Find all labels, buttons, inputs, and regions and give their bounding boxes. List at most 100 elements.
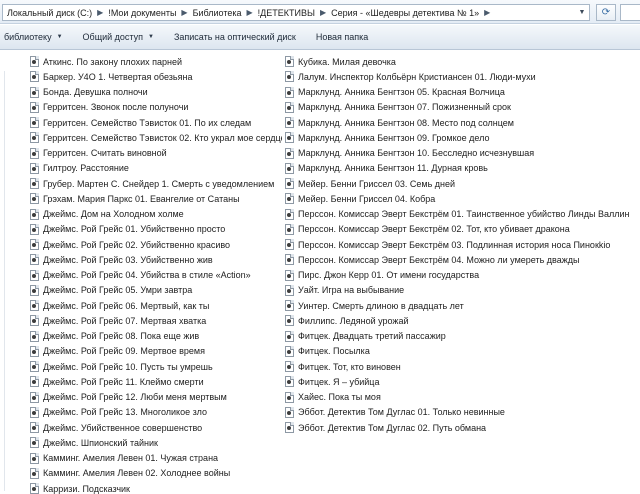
document-file-icon: [30, 193, 39, 205]
file-item[interactable]: Герритсен. Звонок после полуночи: [30, 100, 282, 115]
file-item[interactable]: Перссон. Комиссар Эверт Бекстрём 04. Мож…: [285, 252, 630, 267]
new-folder-button[interactable]: Новая папка: [306, 32, 378, 42]
file-item[interactable]: Кубика. Милая девочка: [285, 54, 630, 69]
chevron-right-icon[interactable]: ▶: [97, 8, 103, 17]
file-item[interactable]: Бонда. Девушка полночи: [30, 85, 282, 100]
file-item[interactable]: Марклунд. Анника Бенгтзон 07. Пожизненны…: [285, 100, 630, 115]
file-item[interactable]: Камминг. Амелия Левен 01. Чужая страна: [30, 451, 282, 466]
file-name: Герритсен. Семейство Тэвисток 01. По их …: [43, 117, 252, 128]
file-item[interactable]: Мейер. Бенни Гриссел 03. Семь дней: [285, 176, 630, 191]
file-item[interactable]: Джеймс. Рой Грейс 04. Убийства в стиле «…: [30, 268, 282, 283]
file-item[interactable]: Уинтер. Смерть длиною в двадцать лет: [285, 298, 630, 313]
file-item[interactable]: Джеймс. Шпионский тайник: [30, 435, 282, 450]
file-item[interactable]: Карризи. Подсказчик: [30, 481, 282, 494]
file-item[interactable]: Мейер. Бенни Гриссел 04. Кобра: [285, 191, 630, 206]
file-item[interactable]: Джеймс. Дом на Холодном холме: [30, 207, 282, 222]
file-item[interactable]: Гилтроу. Расстояние: [30, 161, 282, 176]
file-item[interactable]: Перссон. Комиссар Эверт Бекстрём 02. Тот…: [285, 222, 630, 237]
file-item[interactable]: Герритсен. Семейство Тэвисток 02. Кто ук…: [30, 130, 282, 145]
file-item[interactable]: Грубер. Мартен С. Снейдер 1. Смерть с ув…: [30, 176, 282, 191]
file-list[interactable]: Аткинс. По закону плохих парней Баркер. У…: [0, 51, 640, 494]
file-item[interactable]: Филлипс. Ледяной урожай: [285, 313, 630, 328]
file-item[interactable]: Перссон. Комиссар Эверт Бекстрём 03. Под…: [285, 237, 630, 252]
breadcrumb-item[interactable]: Локальный диск (C:): [7, 8, 92, 18]
refresh-button[interactable]: ⟳: [596, 4, 616, 21]
file-item[interactable]: Джеймс. Рой Грейс 01. Убийственно просто: [30, 222, 282, 237]
breadcrumb[interactable]: Локальный диск (C:) ▶ !Мои документы ▶ Б…: [2, 4, 590, 21]
file-item[interactable]: Джеймс. Рой Грейс 05. Умри завтра: [30, 283, 282, 298]
breadcrumb-item[interactable]: !Мои документы: [108, 8, 176, 18]
file-item[interactable]: Камминг. Амелия Левен 02. Холоднее войны: [30, 466, 282, 481]
chevron-right-icon[interactable]: ▶: [247, 8, 253, 17]
document-file-icon: [285, 101, 294, 113]
file-item[interactable]: Марклунд. Анника Бенгтзон 10. Бесследно …: [285, 146, 630, 161]
file-name: Грубер. Мартен С. Снейдер 1. Смерть с ув…: [43, 178, 275, 189]
file-name: Эббот. Детектив Том Дуглас 01. Только не…: [298, 407, 505, 418]
command-bar: библиотеку ▼ Общий доступ ▼ Записать на …: [0, 25, 640, 50]
file-name: Джеймс. Рой Грейс 04. Убийства в стиле «…: [43, 270, 251, 281]
breadcrumb-item[interactable]: Серия - «Шедевры детектива № 1»: [331, 8, 479, 18]
breadcrumb-item[interactable]: Библиотека: [193, 8, 242, 18]
file-name: Джеймс. Рой Грейс 03. Убийственно жив: [43, 254, 213, 265]
file-item[interactable]: Джеймс. Рой Грейс 09. Мертвое время: [30, 344, 282, 359]
document-file-icon: [285, 406, 294, 418]
file-item[interactable]: Джеймс. Рой Грейс 03. Убийственно жив: [30, 252, 282, 267]
file-name: Мейер. Бенни Гриссел 04. Кобра: [298, 193, 436, 204]
file-item[interactable]: Уайт. Игра на выбывание: [285, 283, 630, 298]
file-name: Пирс. Джон Керр 01. От имени государства: [298, 270, 480, 281]
file-name: Джеймс. Рой Грейс 13. Многоликое зло: [43, 407, 207, 418]
search-input[interactable]: [620, 4, 640, 21]
add-to-library-button[interactable]: библиотеку ▼: [0, 32, 73, 42]
document-file-icon: [285, 376, 294, 388]
file-item[interactable]: Лалум. Инспектор Колбьёрн Кристиансен 01…: [285, 69, 630, 84]
file-item[interactable]: Джеймс. Рой Грейс 06. Мертвый, как ты: [30, 298, 282, 313]
file-name: Баркер. У4О 1. Четвертая обезьяна: [43, 71, 193, 82]
file-name: Бонда. Девушка полночи: [43, 87, 148, 98]
breadcrumb-item[interactable]: !ДЕТЕКТИВЫ: [258, 8, 315, 18]
file-item[interactable]: Грэхам. Мария Паркс 01. Евангелие от Сат…: [30, 191, 282, 206]
file-item[interactable]: Джеймс. Рой Грейс 13. Многоликое зло: [30, 405, 282, 420]
file-item[interactable]: Фитцек. Тот, кто виновен: [285, 359, 630, 374]
file-item[interactable]: Марклунд. Анника Бенгтзон 05. Красная Во…: [285, 85, 630, 100]
file-name: Марклунд. Анника Бенгтзон 11. Дурная кро…: [298, 163, 488, 174]
file-item[interactable]: Джеймс. Рой Грейс 11. Клеймо смерти: [30, 374, 282, 389]
file-name: Марклунд. Анника Бенгтзон 05. Красная Во…: [298, 87, 505, 98]
file-item[interactable]: Джеймс. Рой Грейс 12. Люби меня мертвым: [30, 390, 282, 405]
file-item[interactable]: Перссон. Комиссар Эверт Бекстрём 01. Таи…: [285, 207, 630, 222]
document-file-icon: [30, 391, 39, 403]
file-item[interactable]: Фитцек. Посылка: [285, 344, 630, 359]
document-file-icon: [30, 269, 39, 281]
file-item[interactable]: Хайес. Пока ты моя: [285, 390, 630, 405]
file-item[interactable]: Джеймс. Убийственное совершенство: [30, 420, 282, 435]
file-item[interactable]: Эббот. Детектив Том Дуглас 01. Только не…: [285, 405, 630, 420]
chevron-right-icon[interactable]: ▶: [484, 8, 490, 17]
file-item[interactable]: Пирс. Джон Керр 01. От имени государства: [285, 268, 630, 283]
file-name: Филлипс. Ледяной урожай: [298, 315, 409, 326]
file-item[interactable]: Джеймс. Рой Грейс 08. Пока еще жив: [30, 329, 282, 344]
file-item[interactable]: Марклунд. Анника Бенгтзон 11. Дурная кро…: [285, 161, 630, 176]
file-name: Камминг. Амелия Левен 01. Чужая страна: [43, 453, 219, 464]
file-item[interactable]: Баркер. У4О 1. Четвертая обезьяна: [30, 69, 282, 84]
file-item[interactable]: Марклунд. Анника Бенгтзон 09. Громкое де…: [285, 130, 630, 145]
file-item[interactable]: Фитцек. Двадцать третий пассажир: [285, 329, 630, 344]
file-item[interactable]: Эббот. Детектив Том Дуглас 02. Путь обма…: [285, 420, 630, 435]
burn-button[interactable]: Записать на оптический диск: [164, 32, 306, 42]
file-item[interactable]: Джеймс. Рой Грейс 02. Убийственно красив…: [30, 237, 282, 252]
document-file-icon: [30, 467, 39, 479]
file-item[interactable]: Джеймс. Рой Грейс 10. Пусть ты умрешь: [30, 359, 282, 374]
document-file-icon: [30, 315, 39, 327]
file-item[interactable]: Герритсен. Считать виновной: [30, 146, 282, 161]
chevron-down-icon[interactable]: ▼: [575, 5, 589, 20]
chevron-right-icon[interactable]: ▶: [181, 8, 187, 17]
document-file-icon: [30, 132, 39, 144]
share-button[interactable]: Общий доступ ▼: [73, 32, 164, 42]
document-file-icon: [285, 315, 294, 327]
file-item[interactable]: Аткинс. По закону плохих парней: [30, 54, 282, 69]
file-item[interactable]: Фитцек. Я – убийца: [285, 374, 630, 389]
chevron-right-icon[interactable]: ▶: [320, 8, 326, 17]
file-name: Фитцек. Я – убийца: [298, 376, 380, 387]
file-name: Фитцек. Тот, кто виновен: [298, 361, 401, 372]
file-item[interactable]: Герритсен. Семейство Тэвисток 01. По их …: [30, 115, 282, 130]
file-item[interactable]: Джеймс. Рой Грейс 07. Мертвая хватка: [30, 313, 282, 328]
file-item[interactable]: Марклунд. Анника Бенгтзон 08. Место под …: [285, 115, 630, 130]
